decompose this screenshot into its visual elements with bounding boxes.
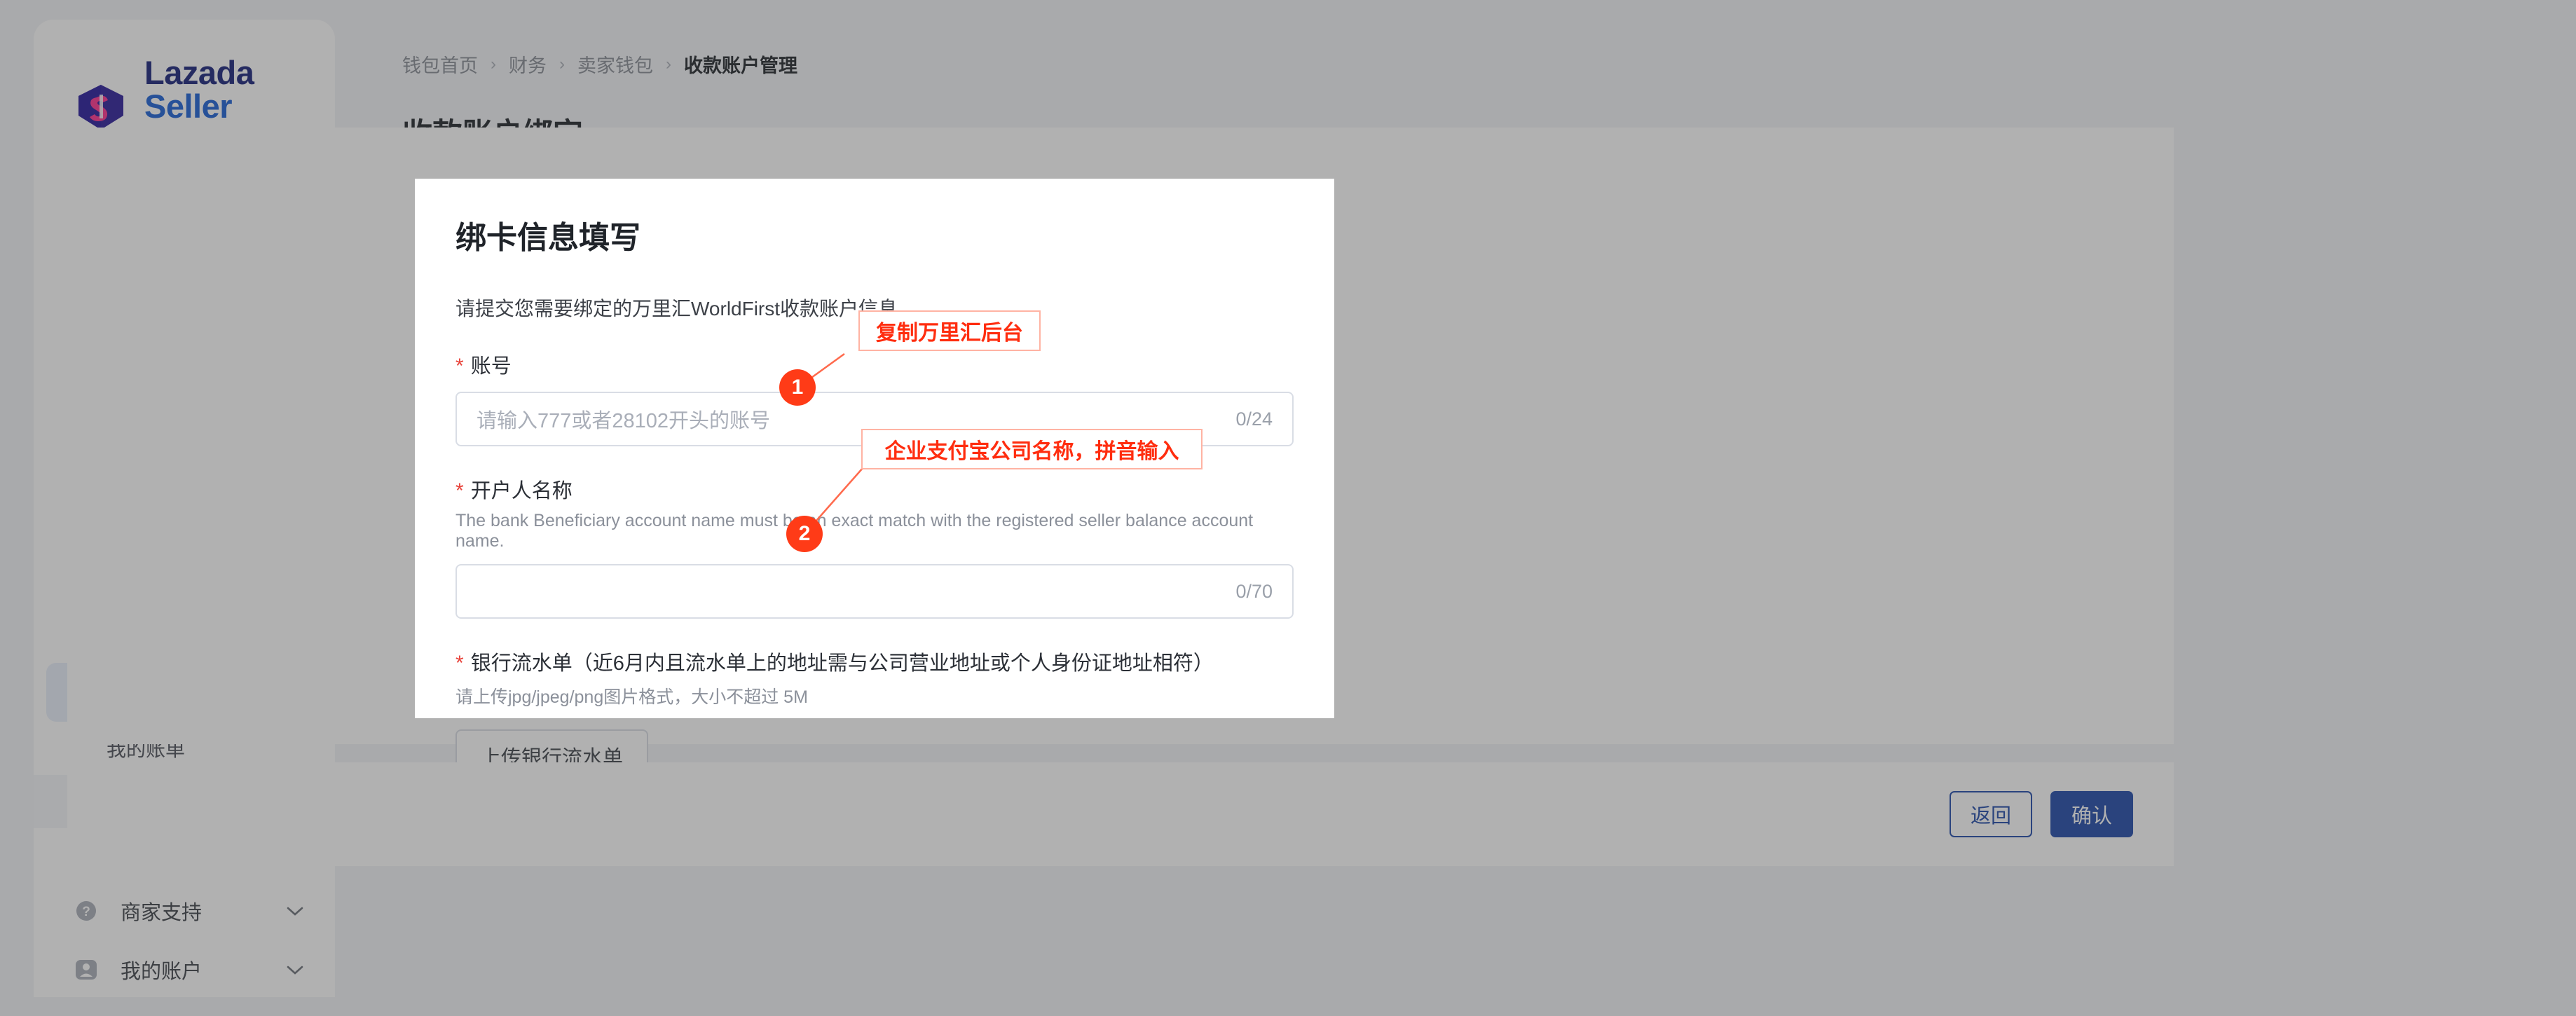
annotation-marker-1: 1 (779, 369, 816, 406)
annotation-layer: 复制万里汇后台 1 企业支付宝公司名称，拼音输入 2 (0, 0, 2576, 1016)
annotation-connectors (0, 0, 2576, 1016)
annotation-callout-2: 企业支付宝公司名称，拼音输入 (861, 429, 1203, 469)
annotation-marker-2: 2 (786, 516, 823, 552)
app-root: Lazada Seller Center 商品 (0, 0, 2576, 1016)
annotation-callout-1: 复制万里汇后台 (858, 310, 1041, 351)
